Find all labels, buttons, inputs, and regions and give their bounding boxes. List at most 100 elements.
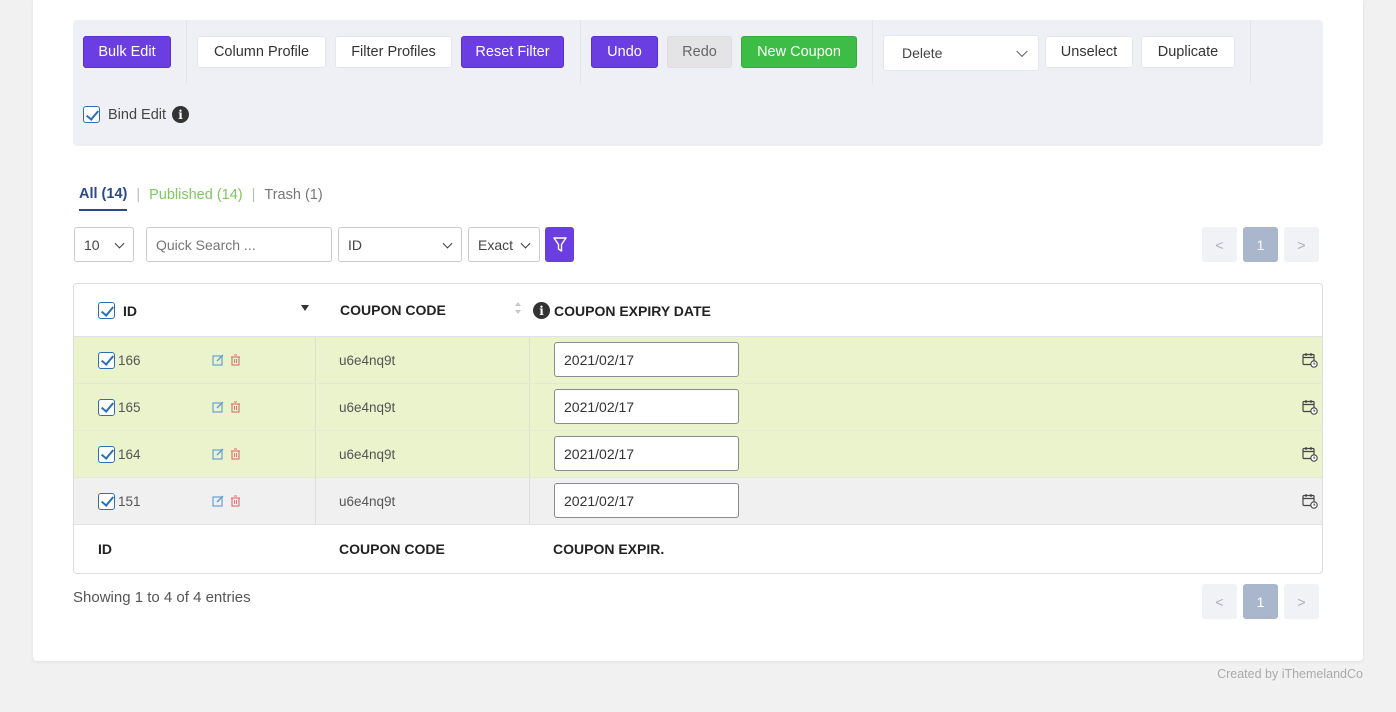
header-id-label: ID	[123, 302, 137, 319]
table-header: ID COUPON CODE i COUPON EXPIRY DATE	[74, 284, 1322, 337]
prev-page-button[interactable]: <	[1202, 584, 1237, 619]
pagination-bottom: < 1 >	[1202, 584, 1319, 619]
row-coupon-code: u6e4nq9t	[339, 446, 396, 462]
expiry-date-input[interactable]: 2021/02/17	[554, 483, 739, 518]
page-1-button[interactable]: 1	[1243, 227, 1278, 262]
column-divider	[529, 384, 530, 430]
calendar-icon[interactable]	[1302, 337, 1318, 383]
info-icon[interactable]: i	[172, 106, 190, 123]
select-all-checkbox[interactable]	[98, 302, 115, 319]
redo-button[interactable]: Redo	[667, 36, 732, 68]
new-coupon-button[interactable]: New Coupon	[741, 36, 857, 68]
next-page-button[interactable]: >	[1284, 227, 1319, 262]
header-coupon-code[interactable]: COUPON CODE	[340, 302, 446, 318]
bulk-edit-toolbar: Bulk Edit Column Profile Filter Profiles…	[73, 20, 1323, 146]
row-coupon-code: u6e4nq9t	[339, 399, 396, 415]
row-actions	[212, 431, 241, 477]
trash-icon[interactable]	[230, 495, 241, 507]
tab-trash[interactable]: Trash (1)	[264, 187, 322, 210]
header-expiry[interactable]: i COUPON EXPIRY DATE	[533, 302, 711, 319]
calendar-icon[interactable]	[1302, 478, 1318, 524]
per-page-value: 10	[84, 236, 100, 253]
duplicate-button[interactable]: Duplicate	[1141, 36, 1235, 68]
quick-search-input[interactable]	[146, 227, 332, 262]
bulk-action-value: Delete	[902, 45, 943, 61]
entries-summary: Showing 1 to 4 of 4 entries	[73, 589, 251, 606]
row-actions	[212, 384, 241, 430]
calendar-icon[interactable]	[1302, 431, 1318, 477]
edit-icon[interactable]	[212, 448, 224, 460]
calendar-icon[interactable]	[1302, 384, 1318, 430]
edit-icon[interactable]	[212, 401, 224, 413]
table-row[interactable]: 151 u6e4nq9t 2021/02/17	[74, 478, 1322, 525]
row-checkbox[interactable]	[98, 478, 115, 524]
sort-caret-icon[interactable]	[301, 305, 309, 311]
row-id: 151	[118, 493, 141, 509]
trash-icon[interactable]	[230, 448, 241, 460]
table-footer: ID COUPON CODE COUPON EXPIR.	[74, 524, 1322, 573]
column-divider	[529, 431, 530, 477]
prev-page-button[interactable]: <	[1202, 227, 1237, 262]
row-actions	[212, 337, 241, 383]
table-row[interactable]: 166 u6e4nq9t 2021/02/17	[74, 337, 1322, 384]
toolbar-divider	[1250, 20, 1251, 84]
column-divider	[529, 478, 530, 524]
row-checkbox[interactable]	[98, 384, 115, 430]
bulk-action-select[interactable]: Delete	[883, 35, 1039, 71]
expiry-date-input[interactable]: 2021/02/17	[554, 436, 739, 471]
match-mode-select[interactable]: Exact	[468, 227, 540, 262]
unselect-button[interactable]: Unselect	[1045, 36, 1133, 68]
chevron-down-icon	[520, 238, 531, 249]
bind-edit-toggle[interactable]: Bind Edit i	[83, 106, 190, 123]
tab-separator: |	[136, 187, 141, 203]
row-id: 165	[118, 399, 141, 415]
bind-edit-checkbox[interactable]	[83, 106, 100, 123]
column-divider	[315, 478, 316, 524]
trash-icon[interactable]	[230, 401, 241, 413]
expiry-date-input[interactable]: 2021/02/17	[554, 342, 739, 377]
per-page-select[interactable]: 10	[74, 227, 134, 262]
filter-button[interactable]	[545, 227, 574, 262]
row-checkbox[interactable]	[98, 337, 115, 383]
chevron-down-icon	[114, 238, 125, 249]
footer-credit: Created by iThemelandCo	[1217, 667, 1363, 681]
sort-icon[interactable]	[514, 300, 522, 316]
footer-coupon-code: COUPON CODE	[339, 541, 445, 557]
edit-icon[interactable]	[212, 354, 224, 366]
bulk-edit-button[interactable]: Bulk Edit	[83, 36, 171, 68]
page-1-button[interactable]: 1	[1243, 584, 1278, 619]
filter-profiles-button[interactable]: Filter Profiles	[335, 36, 452, 68]
expiry-date-input[interactable]: 2021/02/17	[554, 389, 739, 424]
match-mode-value: Exact	[478, 236, 514, 253]
tab-separator: |	[251, 187, 256, 203]
row-actions	[212, 478, 241, 524]
info-icon[interactable]: i	[533, 302, 550, 319]
row-checkbox[interactable]	[98, 431, 115, 477]
row-id: 166	[118, 352, 141, 368]
filter-icon	[552, 236, 567, 252]
table-row[interactable]: 164 u6e4nq9t 2021/02/17	[74, 431, 1322, 478]
row-coupon-code: u6e4nq9t	[339, 352, 396, 368]
column-divider	[315, 337, 316, 383]
status-tabs: All (14) | Published (14) | Trash (1)	[79, 186, 323, 211]
chevron-down-icon	[442, 238, 453, 249]
toolbar-divider	[872, 20, 873, 84]
tab-all[interactable]: All (14)	[79, 186, 128, 211]
table-row[interactable]: 165 u6e4nq9t 2021/02/17	[74, 384, 1322, 431]
search-field-value: ID	[348, 236, 362, 253]
toolbar-divider	[580, 20, 581, 84]
column-divider	[315, 431, 316, 477]
tab-published[interactable]: Published (14)	[149, 187, 243, 210]
undo-button[interactable]: Undo	[591, 36, 658, 68]
reset-filter-button[interactable]: Reset Filter	[461, 36, 564, 68]
column-divider	[315, 384, 316, 430]
row-id: 164	[118, 446, 141, 462]
header-id[interactable]: ID	[98, 302, 137, 319]
edit-icon[interactable]	[212, 495, 224, 507]
footer-expiry: COUPON EXPIR.	[553, 541, 665, 557]
search-field-select[interactable]: ID	[338, 227, 462, 262]
chevron-down-icon	[1016, 45, 1028, 58]
column-profile-button[interactable]: Column Profile	[197, 36, 326, 68]
trash-icon[interactable]	[230, 354, 241, 366]
next-page-button[interactable]: >	[1284, 584, 1319, 619]
